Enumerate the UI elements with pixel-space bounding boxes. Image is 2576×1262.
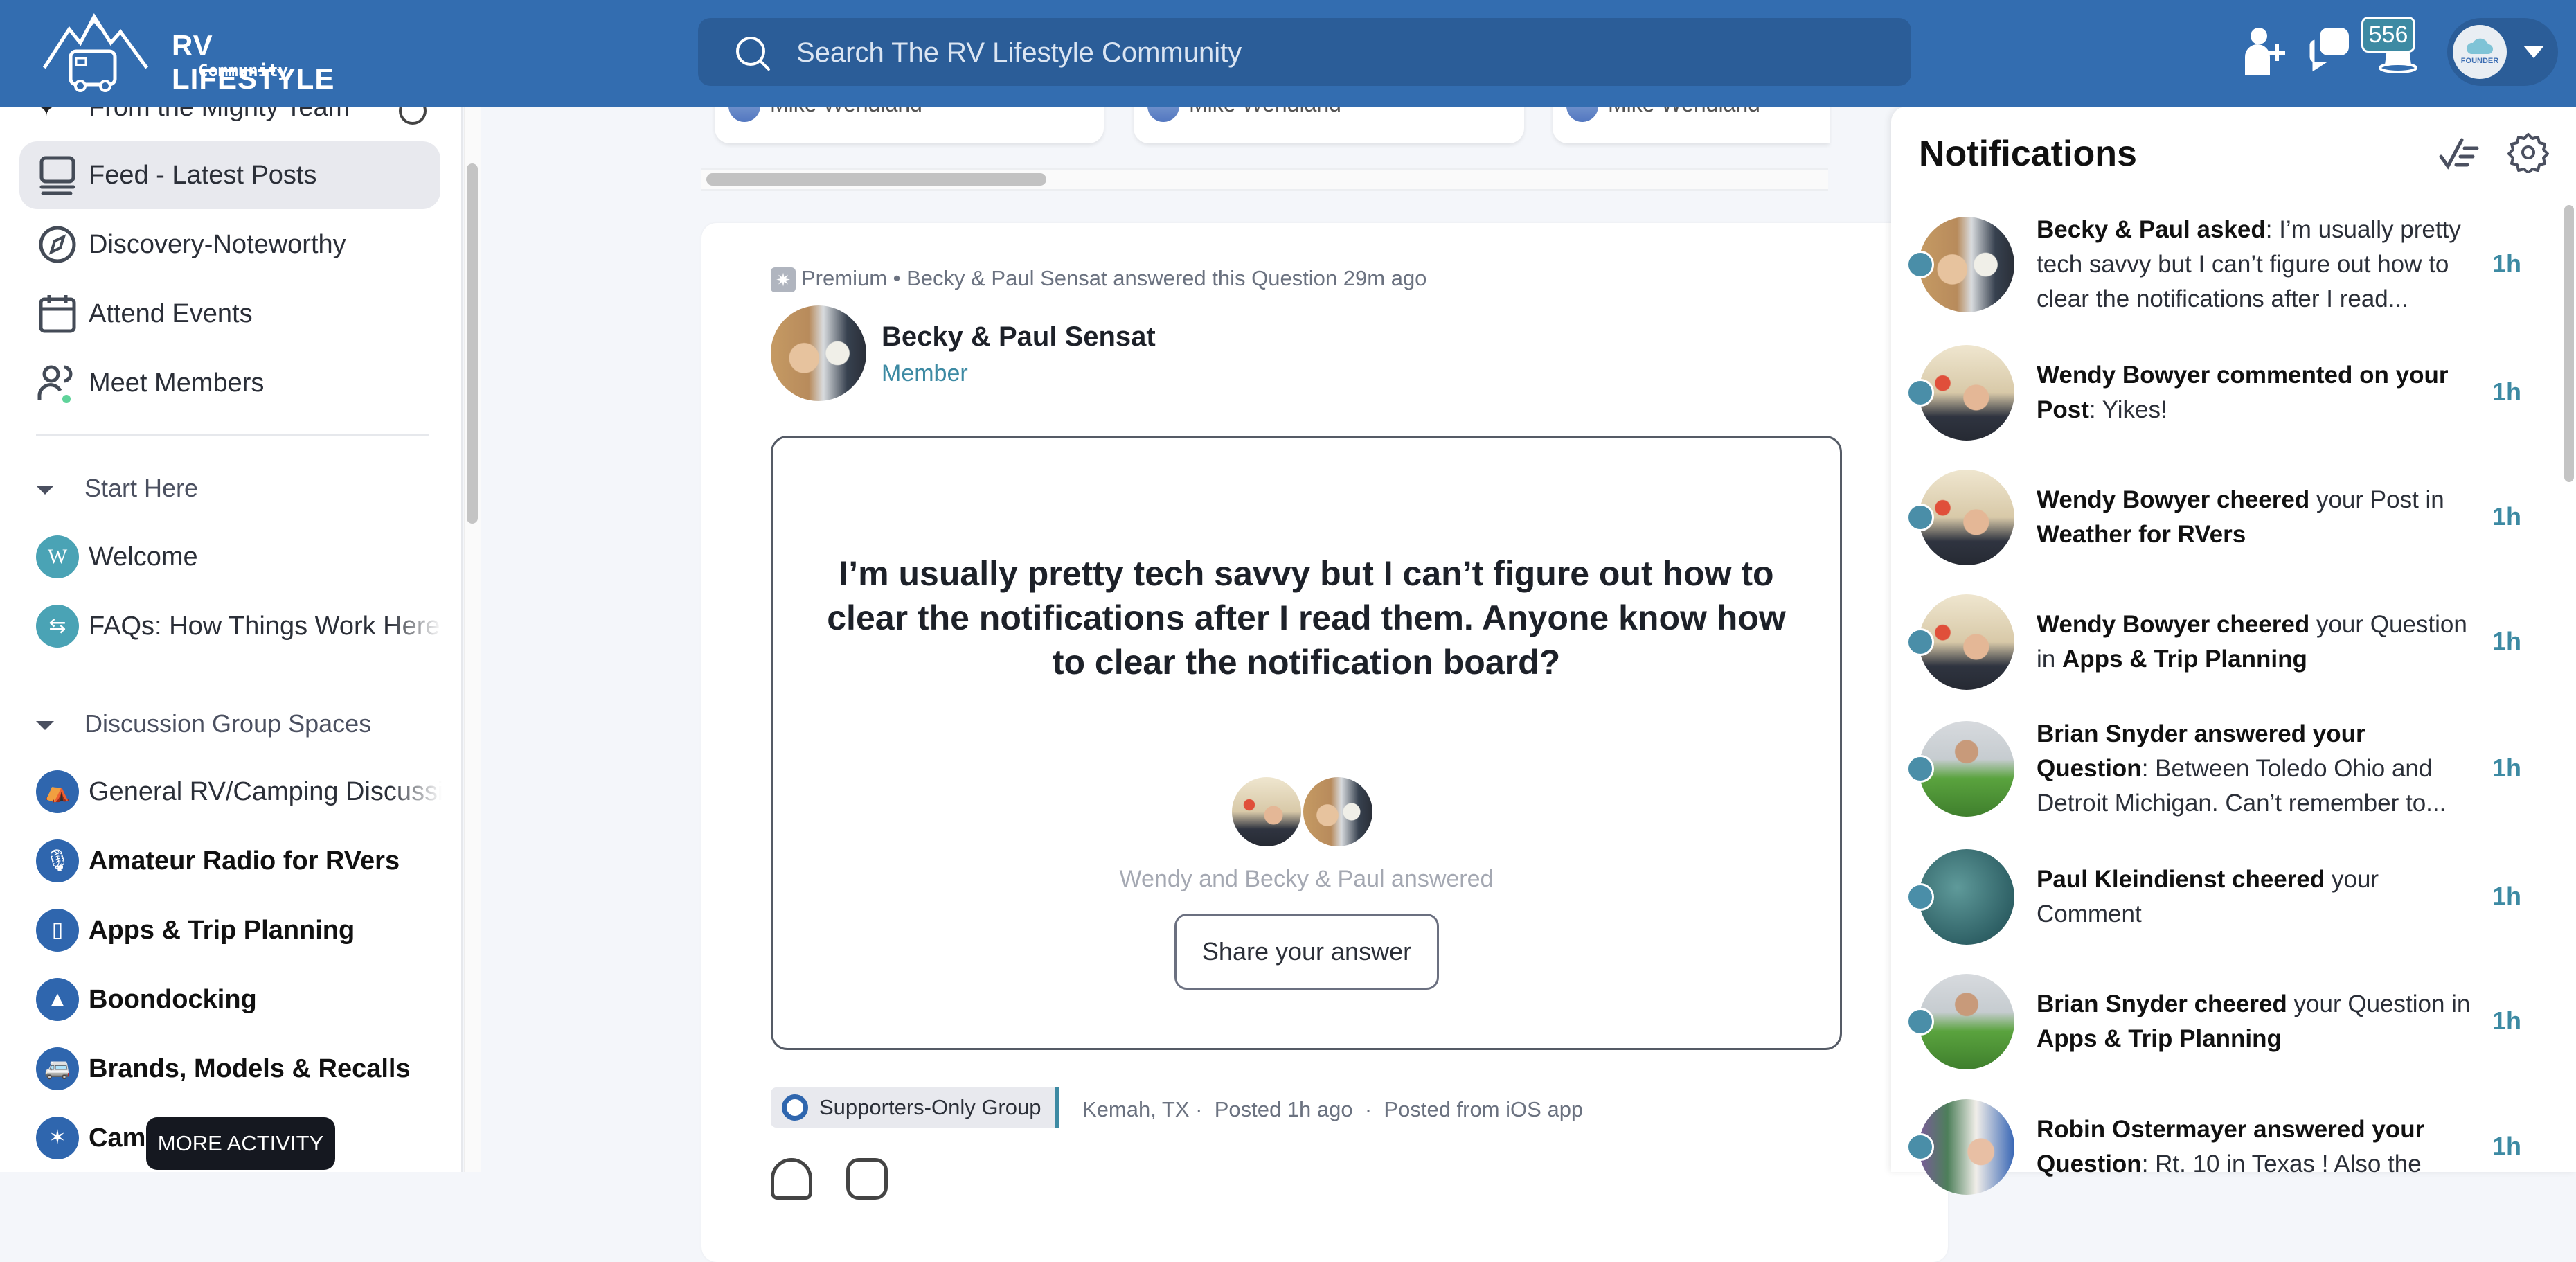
mountain-icon: ▲ [36,978,79,1021]
notification-text: Wendy Bowyer cheered your Post in Weathe… [2037,486,2444,548]
sidebar-item-apps[interactable]: ▯ Apps & Trip Planning [19,896,440,964]
notifications-scrollbar[interactable] [2564,205,2574,482]
comment-icon[interactable] [846,1158,888,1200]
author-name[interactable]: Becky & Paul Sensat [882,321,1156,353]
account-menu[interactable]: FOUNDER [2447,18,2558,86]
compass-icon [39,226,76,263]
sidebar-scrollbar[interactable] [467,163,478,524]
unread-dot [1906,251,1934,278]
sidebar-item-feed[interactable]: Feed - Latest Posts [19,141,440,209]
notification-time: 1h [2492,627,2522,655]
search-icon [736,37,770,71]
search-input[interactable]: Search The RV Lifestyle Community [698,18,1911,86]
members-icon [37,365,73,403]
notification-item[interactable]: Robin Ostermayer answered your Question:… [1891,1085,2556,1209]
group-logo-icon [782,1094,808,1121]
share-answer-button[interactable]: Share your answer [1174,914,1439,990]
unread-dot [1906,504,1934,531]
campground-icon: ✶ [36,1117,79,1159]
notification-text: Paul Kleindienst cheered your Comment [2037,866,2379,927]
notification-time: 1h [2492,1132,2522,1160]
top-header: RV LIFESTYLE Community Search The RV Lif… [0,0,2576,107]
microphone-icon: 🎙 [36,839,79,882]
sidebar-item-general[interactable]: ⛺ General RV/Camping Discussion [19,758,442,826]
sidebar-item-faqs[interactable]: ⇆ FAQs: How Things Work Here [19,592,440,660]
unread-dot [1906,1133,1934,1161]
mark-all-read-icon[interactable] [2438,134,2481,173]
sidebar-divider [36,434,429,436]
phone-icon: ▯ [36,909,79,952]
rv-icon: 🚐 [36,1047,79,1090]
notification-text: Robin Ostermayer answered your Question:… [2037,1116,2425,1177]
sidebar-item-brands[interactable]: 🚐 Brands, Models & Recalls [19,1035,440,1103]
unread-dot [1906,628,1934,656]
post-meta: ✷ Premium • Becky & Paul Sensat answered … [771,266,1426,292]
gear-icon[interactable] [2507,132,2549,173]
notification-time: 1h [2492,1006,2522,1035]
notification-item[interactable]: Becky & Paul asked: I’m usually pretty t… [1891,202,2556,327]
question-text: I’m usually pretty tech savvy but I can’… [827,554,1786,682]
premium-icon: ✷ [771,267,796,292]
answerer-avatar[interactable] [1232,777,1301,846]
avatar: FOUNDER [2453,25,2507,79]
sidebar-item-boondocking[interactable]: ▲ Boondocking [19,966,440,1033]
notification-time: 1h [2492,249,2522,278]
notification-text: Brian Snyder cheered your Question in Ap… [2037,990,2471,1052]
notification-text: Becky & Paul asked: I’m usually pretty t… [2037,216,2461,312]
answerer-avatar[interactable] [1303,777,1372,846]
group-chip[interactable]: Supporters-Only Group [771,1087,1059,1128]
sidebar-item-discovery[interactable]: Discovery-Noteworthy [19,211,440,278]
notification-time: 1h [2492,754,2522,782]
logo-mark-icon [42,13,149,92]
unread-dot [1906,1008,1934,1036]
sidebar-item-amateur-radio[interactable]: 🎙 Amateur Radio for RVers [19,827,440,895]
add-member-icon[interactable] [2242,26,2288,75]
notification-item[interactable]: Wendy Bowyer cheered your Question in Ap… [1891,580,2556,704]
horizontal-scrollbar[interactable] [706,173,1046,186]
notification-item[interactable]: Brian Snyder answered your Question: Bet… [1891,706,2556,831]
feed-icon [39,156,75,195]
post-info: Kemah, TX · Posted 1h ago · Posted from … [1082,1097,1584,1121]
notification-item[interactable]: Wendy Bowyer commented on your Post: Yik… [1891,330,2556,455]
author-avatar[interactable] [771,305,866,401]
section-discussion-groups[interactable]: Discussion Group Spaces [36,709,371,738]
sidebar-item-welcome[interactable]: W Welcome [19,523,440,591]
sidebar: ✦ From the Mighty Team Feed - Latest Pos… [0,0,463,1172]
cloud-icon [2466,38,2493,54]
section-start-here[interactable]: Start Here [36,474,198,503]
more-activity-button[interactable]: MORE ACTIVITY [146,1117,335,1170]
sidebar-item-members[interactable]: Meet Members [19,349,440,417]
chat-icon[interactable] [2306,26,2352,75]
chevron-down-icon [2523,46,2544,58]
notification-item[interactable]: Paul Kleindienst cheered your Comment 1h [1891,835,2556,959]
notification-time: 1h [2492,377,2522,406]
notification-time: 1h [2492,882,2522,910]
notification-time: 1h [2492,502,2522,531]
signpost-icon: ⇆ [36,605,79,648]
notification-text: Wendy Bowyer cheered your Question in Ap… [2037,611,2467,673]
caret-down-icon [36,720,54,730]
notification-count-badge[interactable]: 556 [2361,17,2415,53]
notification-text: Brian Snyder answered your Question: Bet… [2037,720,2447,817]
answered-by-text: Wendy and Becky & Paul answered [1119,866,1494,892]
unread-dot [1906,883,1934,911]
notifications-title: Notifications [1919,134,2137,174]
unread-dot [1906,379,1934,407]
notification-item[interactable]: Brian Snyder cheered your Question in Ap… [1891,959,2556,1084]
author-role: Member [882,360,968,386]
calendar-icon [39,295,76,333]
notification-text: Wendy Bowyer commented on your Post: Yik… [2037,362,2449,423]
cheer-icon[interactable] [771,1158,812,1200]
notification-item[interactable]: Wendy Bowyer cheered your Post in Weathe… [1891,455,2556,580]
logo[interactable]: RV LIFESTYLE Community [42,12,334,96]
welcome-icon: W [36,535,79,578]
unread-dot [1906,755,1934,783]
notifications-panel: Notifications Becky & Paul asked: I’m us… [1891,107,2576,1195]
tent-icon: ⛺ [36,770,79,813]
sidebar-item-events[interactable]: Attend Events [19,280,440,348]
caret-down-icon [36,485,54,495]
